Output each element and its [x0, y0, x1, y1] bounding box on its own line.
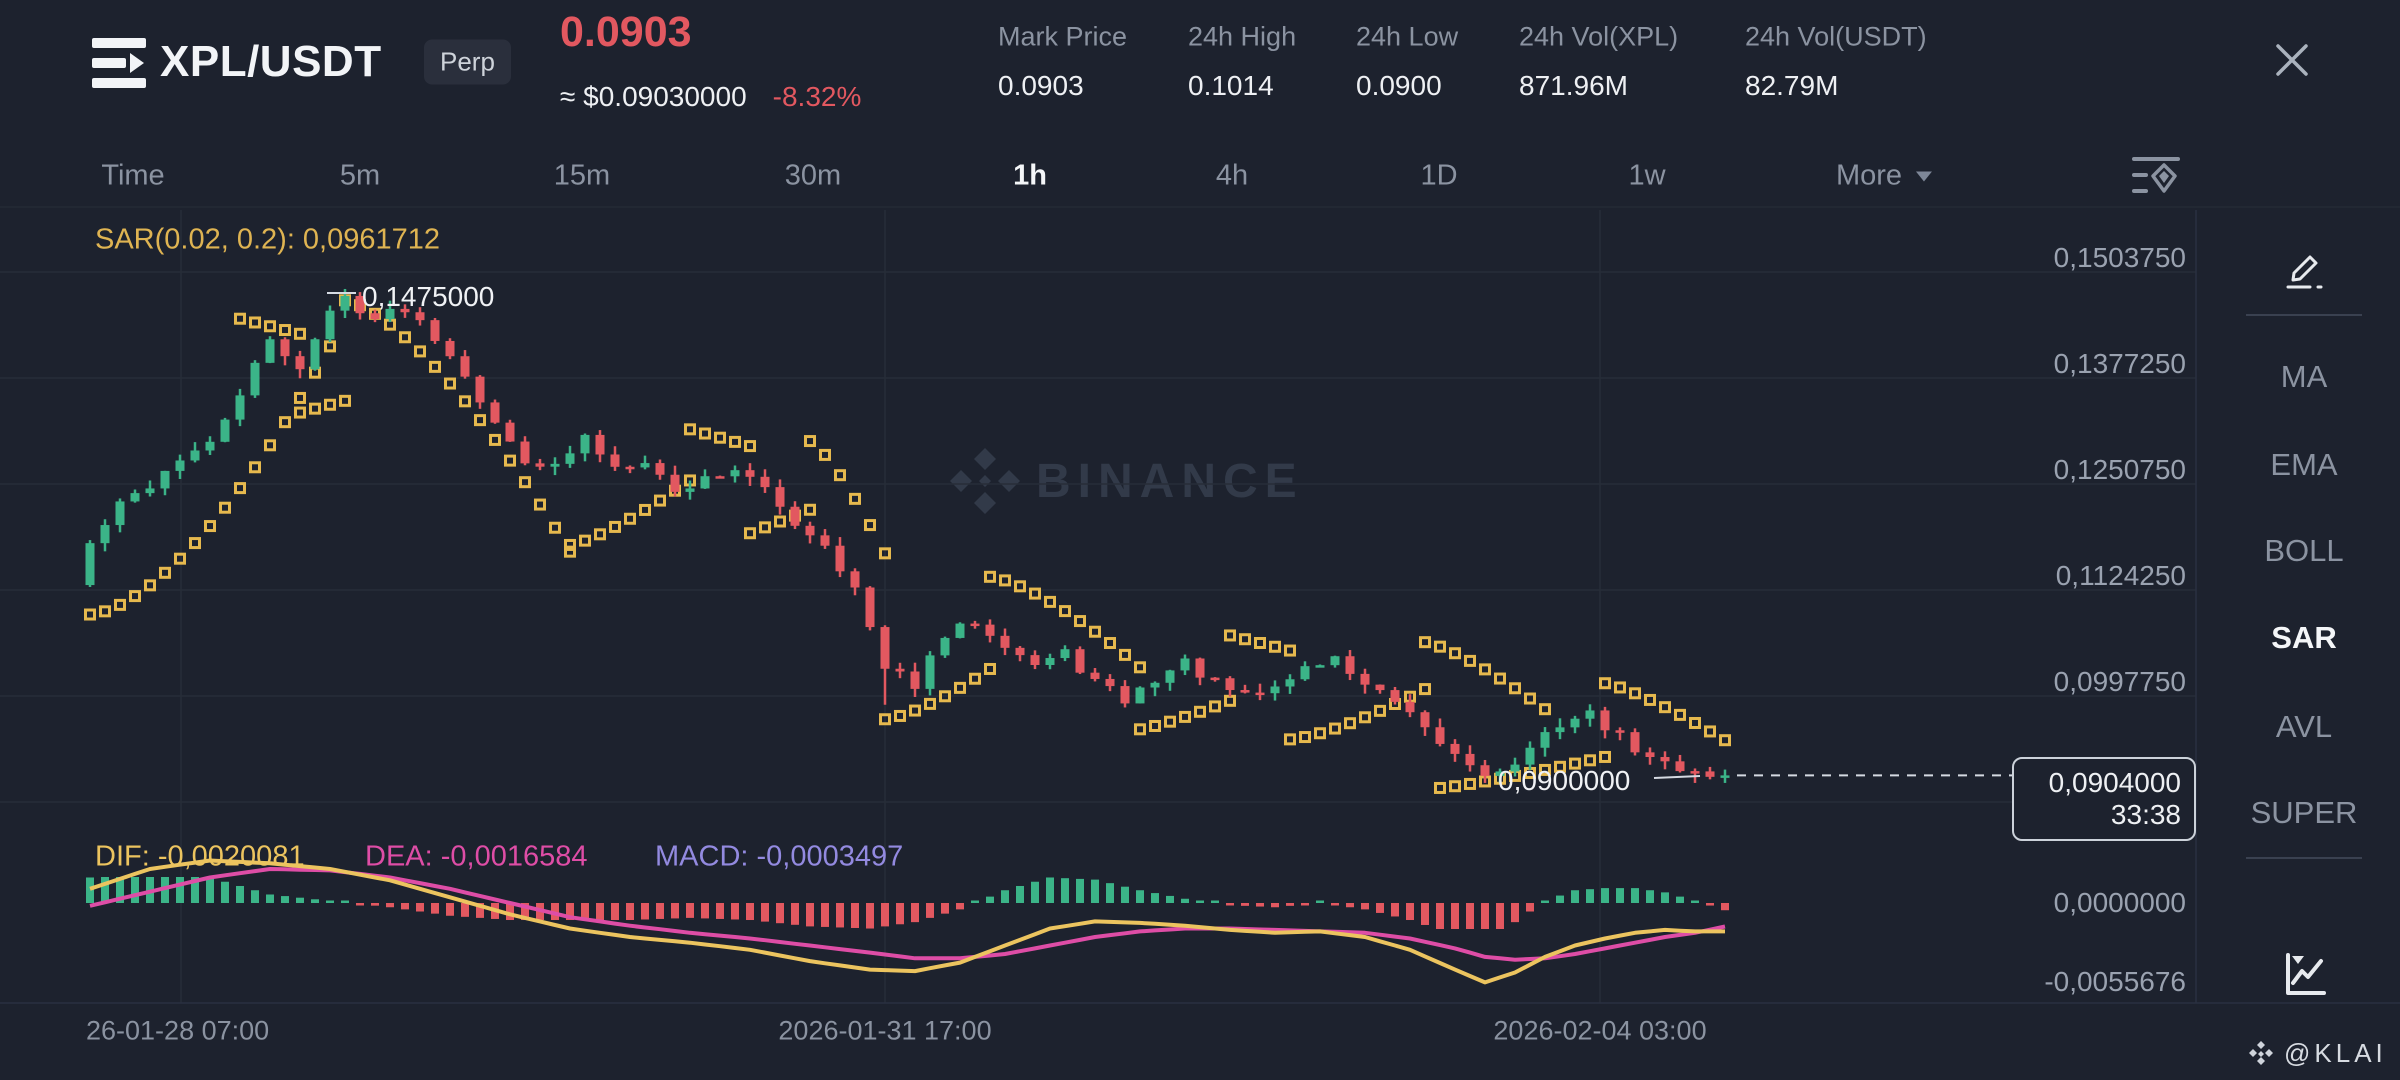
- macd-value-label: MACD: -0,0003497: [655, 841, 903, 874]
- fiat-approx-price: ≈ $0.09030000: [560, 81, 747, 113]
- time-axis-label: 2026-01-31 17:00: [778, 1016, 991, 1047]
- stat-label-24h-low: 24h Low: [1356, 22, 1458, 53]
- time-axis-label: 26-01-28 07:00: [86, 1016, 269, 1047]
- tab-4h[interactable]: 4h: [1216, 160, 1248, 193]
- tab-5m[interactable]: 5m: [340, 160, 380, 193]
- macd-indicator-labels[interactable]: DIF: -0,0020081 DEA: -0,0016584 MACD: -0…: [95, 841, 305, 874]
- chevron-down-icon: [1914, 169, 1934, 183]
- watermark-credit: @KLAI: [2246, 1038, 2387, 1069]
- macd-min-label: -0,0055676: [2006, 966, 2186, 998]
- stat-label-24h-high: 24h High: [1188, 22, 1296, 53]
- candle-countdown: 33:38: [2111, 799, 2181, 831]
- indicator-item-ema[interactable]: EMA: [2270, 447, 2337, 483]
- draw-tool-icon[interactable]: [2280, 244, 2328, 292]
- stat-value-24h-vol-usdt-: 82.79M: [1745, 70, 1838, 102]
- stat-value-24h-high: 0.1014: [1188, 70, 1274, 102]
- current-price-value: 0,0904000: [2049, 767, 2181, 799]
- indicator-item-super[interactable]: SUPER: [2251, 795, 2358, 831]
- indicator-item-sar[interactable]: SAR: [2271, 620, 2336, 656]
- close-icon[interactable]: [2272, 40, 2312, 80]
- price-axis-label: 0,1124250: [2006, 560, 2186, 592]
- low-price-label: 0,0900000: [1498, 765, 1630, 797]
- binance-watermark-text: BINANCE: [1036, 455, 1304, 508]
- trading-chart-window: BINANCE XPL/USDT Perp 0.0903 ≈ $0.090300…: [0, 0, 2400, 1080]
- indicator-item-ma[interactable]: MA: [2281, 359, 2328, 395]
- chart-style-icon[interactable]: [2278, 949, 2330, 1001]
- price-axis-label: 0,1503750: [2006, 242, 2186, 274]
- tab-time[interactable]: Time: [101, 160, 164, 193]
- tab-30m[interactable]: 30m: [785, 160, 841, 193]
- credit-handle: @KLAI: [2284, 1038, 2387, 1069]
- more-label: More: [1836, 160, 1902, 193]
- app-logo-icon[interactable]: [90, 34, 148, 92]
- current-price-tag: 0,0904000 33:38: [2012, 757, 2196, 841]
- chart-settings-icon[interactable]: [2130, 150, 2182, 202]
- indicator-item-avl[interactable]: AVL: [2276, 709, 2332, 745]
- tab-15m[interactable]: 15m: [554, 160, 610, 193]
- dif-value-label: DIF: -0,0020081: [95, 841, 305, 874]
- tab-1d[interactable]: 1D: [1420, 160, 1457, 193]
- peak-price-label: 0,1475000: [362, 281, 494, 313]
- tab-1h[interactable]: 1h: [1013, 160, 1047, 193]
- change-24h: -8.32%: [773, 81, 862, 113]
- stat-label-24h-vol-usdt-: 24h Vol(USDT): [1745, 22, 1927, 53]
- tab-1w[interactable]: 1w: [1628, 160, 1665, 193]
- price-axis-label: 0,1377250: [2006, 348, 2186, 380]
- macd-zero-label: 0,0000000: [2006, 887, 2186, 919]
- stat-value-24h-low: 0.0900: [1356, 70, 1442, 102]
- stat-value-24h-vol-xpl-: 871.96M: [1519, 70, 1628, 102]
- stat-label-mark-price: Mark Price: [998, 22, 1127, 53]
- stat-label-24h-vol-xpl-: 24h Vol(XPL): [1519, 22, 1678, 53]
- price-axis-label: 0,0997750: [2006, 666, 2186, 698]
- binance-logo-icon: [2246, 1039, 2276, 1069]
- interval-more-button[interactable]: More: [1836, 160, 1934, 193]
- indicator-item-boll[interactable]: BOLL: [2264, 533, 2343, 569]
- symbol-title: XPL/USDT: [160, 37, 382, 87]
- sar-indicator-label[interactable]: SAR(0.02, 0.2): 0,0961712: [95, 224, 440, 257]
- stat-value-mark-price: 0.0903: [998, 70, 1084, 102]
- last-price: 0.0903: [560, 8, 692, 57]
- binance-watermark: BINANCE: [950, 448, 1304, 514]
- price-axis-label: 0,1250750: [2006, 454, 2186, 486]
- dea-value-label: DEA: -0,0016584: [365, 841, 587, 874]
- sidebar-divider-top: [2246, 314, 2362, 316]
- market-type-badge: Perp: [424, 40, 511, 85]
- time-axis-label: 2026-02-04 03:00: [1493, 1016, 1706, 1047]
- sidebar-divider-bottom: [2246, 857, 2362, 859]
